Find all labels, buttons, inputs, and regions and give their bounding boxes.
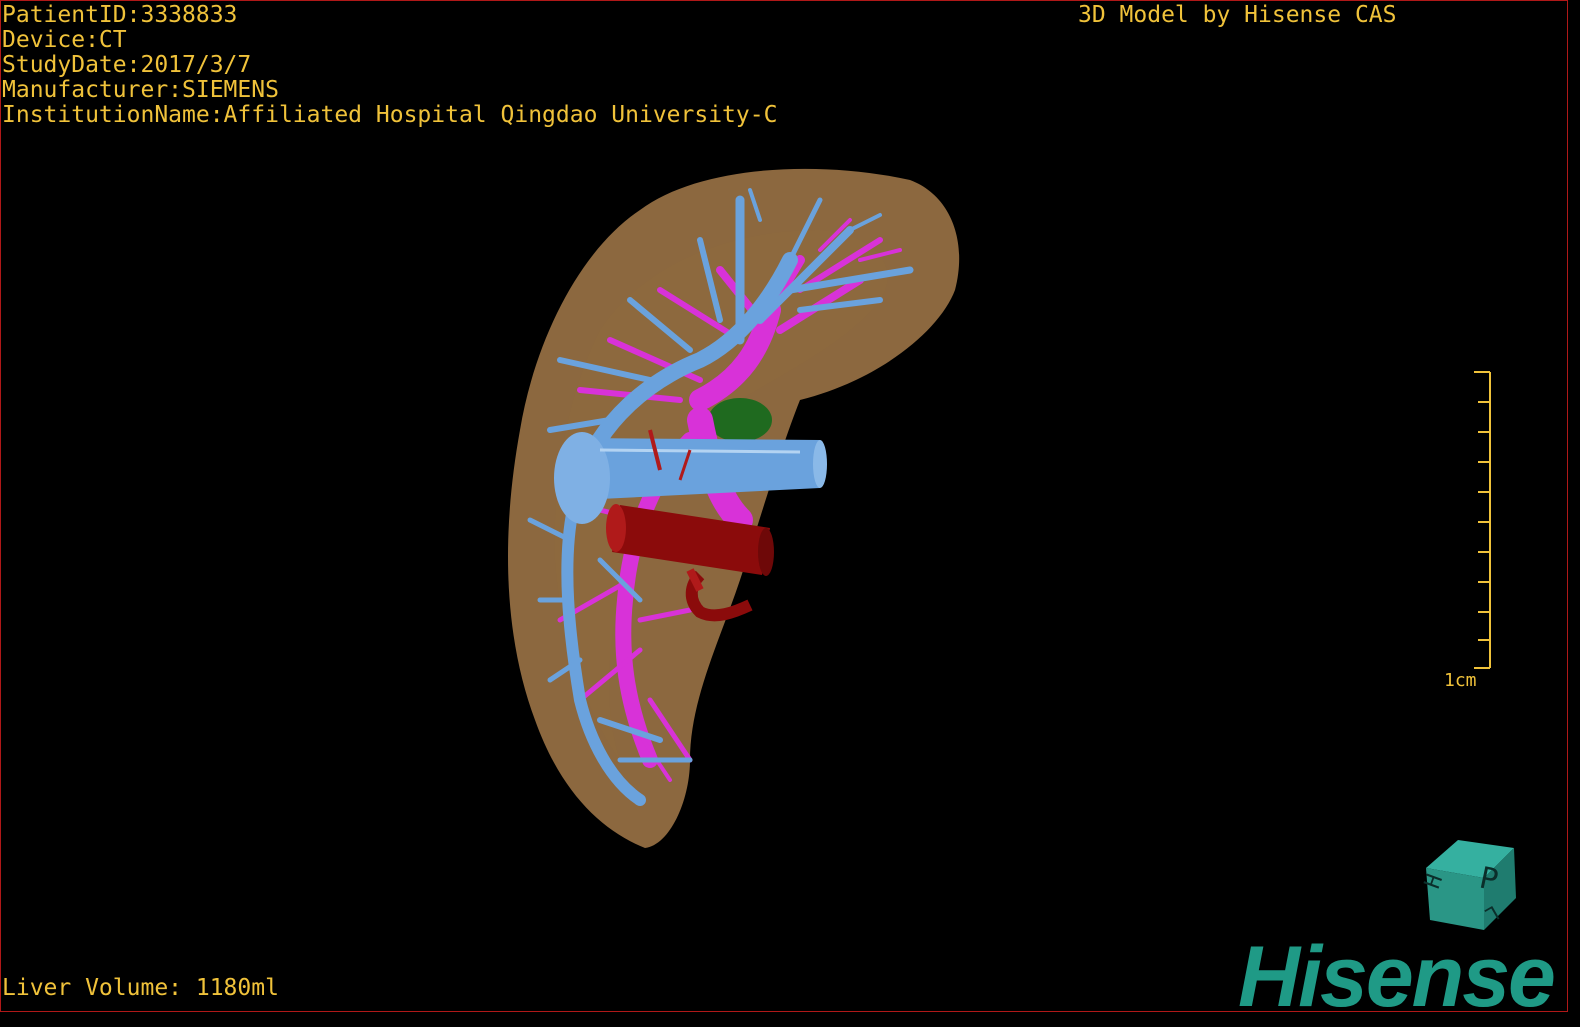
scale-label: 1cm xyxy=(1444,670,1477,691)
model-credit: 3D Model by Hisense CAS xyxy=(1078,2,1397,28)
liver-volume: Liver Volume: 1180ml xyxy=(2,975,279,1001)
gallbladder xyxy=(708,398,772,442)
scale-bar-icon xyxy=(1474,371,1491,669)
manufacturer: Manufacturer:SIEMENS xyxy=(2,77,279,103)
hisense-logo: Hisense xyxy=(1238,929,1556,1025)
study-date: StudyDate:2017/3/7 xyxy=(2,52,252,78)
liver-3d-model[interactable]: P H L xyxy=(0,0,1580,1020)
institution-name: InstitutionName:Affiliated Hospital Qing… xyxy=(2,102,778,128)
patient-info: PatientID:3338833 Device:CT StudyDate:20… xyxy=(2,3,777,128)
patient-id: PatientID:3338833 xyxy=(2,2,238,28)
orientation-cube-icon[interactable]: P H L xyxy=(1420,840,1516,930)
device: Device:CT xyxy=(2,27,127,53)
